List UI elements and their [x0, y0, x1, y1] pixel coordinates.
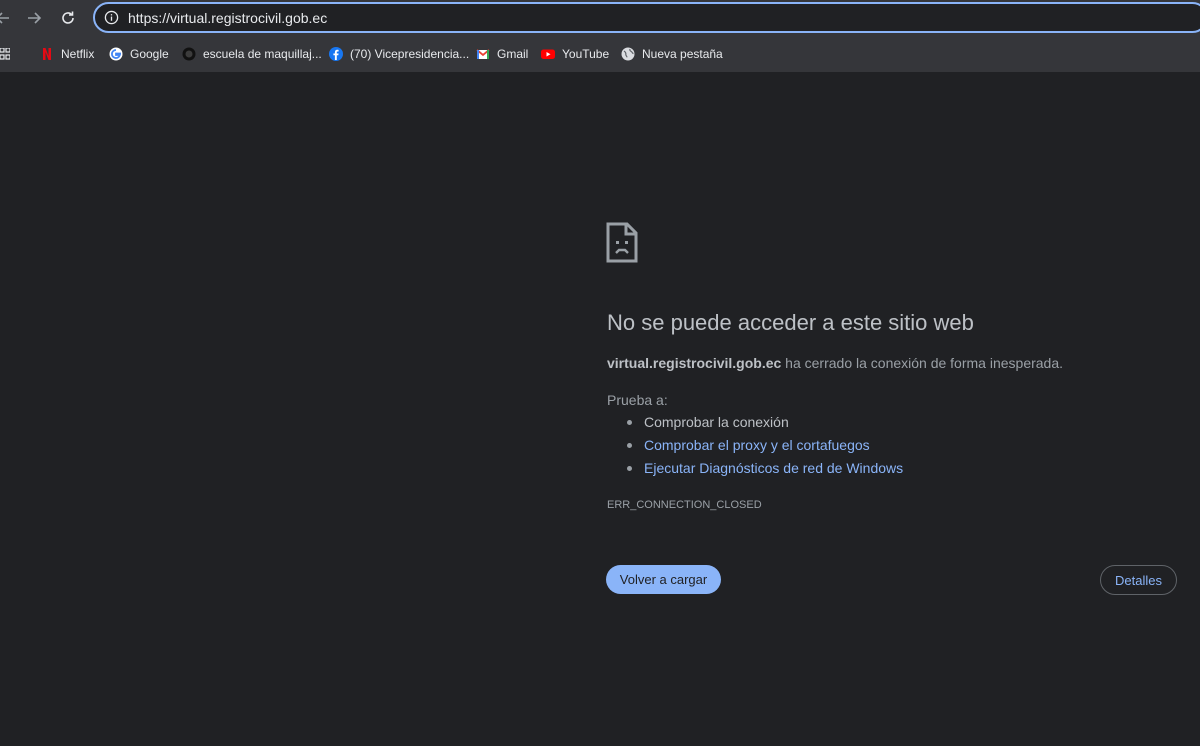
- circle-site-icon: [182, 47, 196, 61]
- browser-toolbar: https://virtual.registrocivil.gob.ec: [0, 0, 1200, 37]
- info-icon[interactable]: [104, 10, 119, 25]
- bookmark-nueva-pestana[interactable]: Nueva pestaña: [621, 46, 723, 62]
- suggestions-heading: Prueba a:: [607, 392, 668, 408]
- forward-button[interactable]: [21, 5, 47, 31]
- gmail-icon: [476, 49, 490, 59]
- error-host: virtual.registrocivil.gob.ec: [607, 355, 782, 371]
- bookmark-escuela[interactable]: escuela de maquillaj...: [182, 46, 322, 62]
- youtube-icon: [541, 49, 555, 59]
- error-code: ERR_CONNECTION_CLOSED: [607, 499, 762, 511]
- reload-button[interactable]: [55, 5, 81, 31]
- google-icon: [109, 47, 123, 61]
- page-content: [0, 72, 1200, 746]
- reload-page-button[interactable]: Volver a cargar: [606, 565, 721, 594]
- error-title: No se puede acceder a este sitio web: [607, 310, 974, 335]
- bookmark-facebook[interactable]: (70) Vicepresidencia...: [329, 46, 469, 62]
- url-text[interactable]: https://virtual.registrocivil.gob.ec: [128, 10, 327, 26]
- suggestion-run-diagnostics-link[interactable]: Ejecutar Diagnósticos de red de Windows: [627, 460, 903, 483]
- bookmark-gmail[interactable]: Gmail: [476, 46, 528, 62]
- netflix-icon: [43, 48, 51, 60]
- details-button[interactable]: Detalles: [1100, 565, 1177, 595]
- apps-grid-icon[interactable]: [0, 48, 10, 61]
- bookmark-youtube[interactable]: YouTube: [541, 46, 609, 62]
- error-description: virtual.registrocivil.gob.ec ha cerrado …: [607, 355, 1063, 371]
- bookmarks-bar: Netflix Google escuela de maquillaj... (…: [0, 37, 1200, 72]
- arrow-right-icon: [28, 12, 42, 24]
- back-button[interactable]: [0, 5, 16, 31]
- address-bar[interactable]: https://virtual.registrocivil.gob.ec: [93, 2, 1200, 33]
- reload-icon: [62, 11, 74, 24]
- sad-document-icon: [606, 222, 638, 263]
- suggestions-list: Comprobar la conexión Comprobar el proxy…: [627, 414, 903, 483]
- suggestion-check-connection: Comprobar la conexión: [627, 414, 903, 437]
- arrow-left-icon: [0, 12, 9, 24]
- suggestion-check-proxy-link[interactable]: Comprobar el proxy y el cortafuegos: [627, 437, 903, 460]
- bookmark-netflix[interactable]: Netflix: [40, 46, 94, 62]
- error-message: ha cerrado la conexión de forma inespera…: [781, 355, 1064, 371]
- bookmark-google[interactable]: Google: [109, 46, 169, 62]
- globe-icon: [621, 47, 635, 61]
- facebook-icon: [329, 47, 343, 61]
